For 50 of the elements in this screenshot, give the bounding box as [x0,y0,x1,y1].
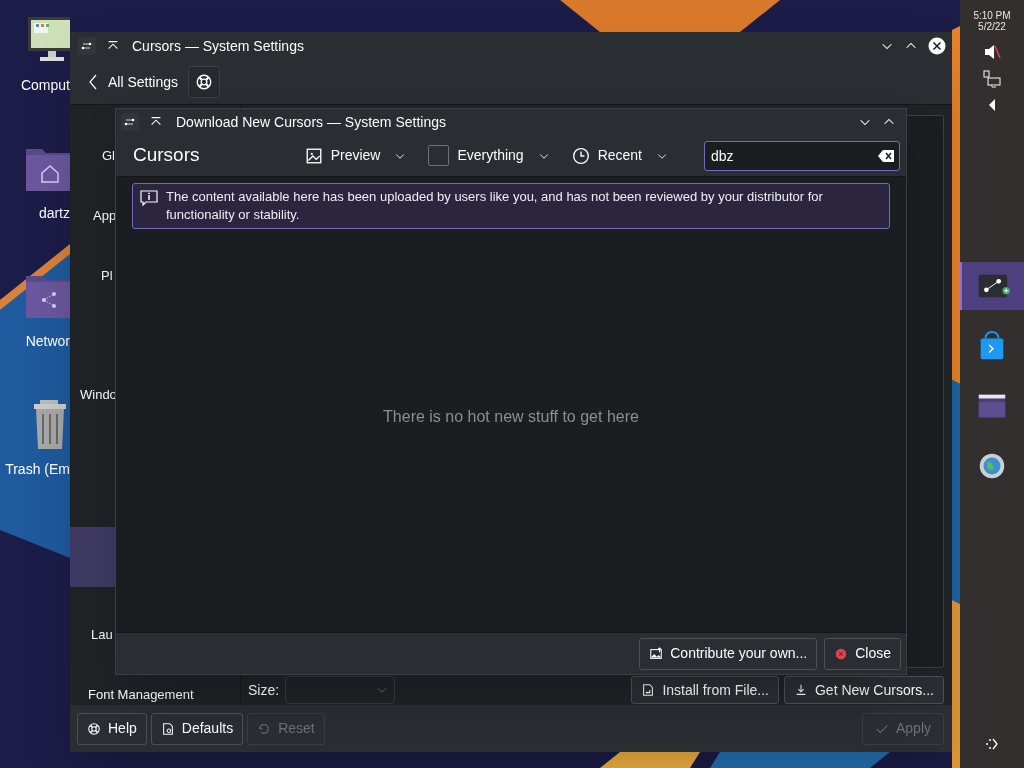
help-button[interactable] [188,66,221,98]
desktop-icon-label[interactable]: Networ [25,332,70,350]
network-icon[interactable] [983,70,1001,88]
clock-icon [571,146,590,165]
back-icon [88,74,98,90]
desktop-icon-label[interactable]: Comput [20,76,70,94]
sidebar-item[interactable]: Windo [80,385,117,405]
info-icon [140,189,158,207]
desktop-icon-label[interactable]: Trash (Em [5,460,70,478]
help-icon [87,721,101,736]
button[interactable]: Get New Cursors... [783,676,944,704]
close-circle-icon [834,646,849,661]
search-field[interactable]: dbz [704,140,900,171]
window-title: Download New Cursors — System Settings [176,112,446,132]
clock-time: 5:10 PM [973,10,1011,21]
clear-icon[interactable] [878,149,894,162]
dropdown[interactable]: Recent [571,145,668,166]
image-icon [304,146,323,165]
size-label: Size: [248,680,280,700]
button[interactable]: Close [824,637,901,670]
back-button[interactable]: All Settings [88,71,179,93]
notice-text: The content available here has been uploaded by users like you, and has not been reviewed by your distributor for functionality or stability. [166,188,824,224]
dropdown[interactable]: Preview [304,145,407,166]
sidebar-item[interactable]: Lau [91,625,113,645]
page-heading: Cursors [133,143,200,168]
button[interactable]: Contribute your own... [639,637,818,670]
image-upload-icon [649,646,664,661]
muted-speaker-icon[interactable] [983,43,1001,61]
sidebar-item[interactable]: Font Management [88,685,194,705]
document-icon [160,721,175,736]
sidebar-item[interactable]: Pl [101,266,113,286]
desktop-icon-label[interactable]: dartz [38,204,70,222]
help-icon [195,73,214,91]
sidebar-item[interactable]: Gl [102,146,115,166]
taskbar-item[interactable] [960,262,1024,310]
window-title: Cursors — System Settings [132,36,304,56]
expand-arrow-icon[interactable] [987,98,997,112]
button[interactable]: Install from File... [631,676,779,704]
button[interactable]: Help [77,712,147,745]
sidebar-item[interactable]: App [93,206,117,226]
settings-app-icon[interactable] [78,37,96,55]
close-icon[interactable] [928,37,946,55]
empty-message: There is no hot new stuff to get here [383,406,639,427]
undo-icon [257,721,272,736]
button[interactable]: Defaults [150,712,244,745]
settings-app-icon[interactable] [121,113,139,131]
peek-desktop-icon[interactable] [984,736,1000,752]
clock-date: 5/2/22 [978,21,1006,32]
file-import-icon [641,683,656,697]
checkbox[interactable]: Everything [428,145,550,166]
